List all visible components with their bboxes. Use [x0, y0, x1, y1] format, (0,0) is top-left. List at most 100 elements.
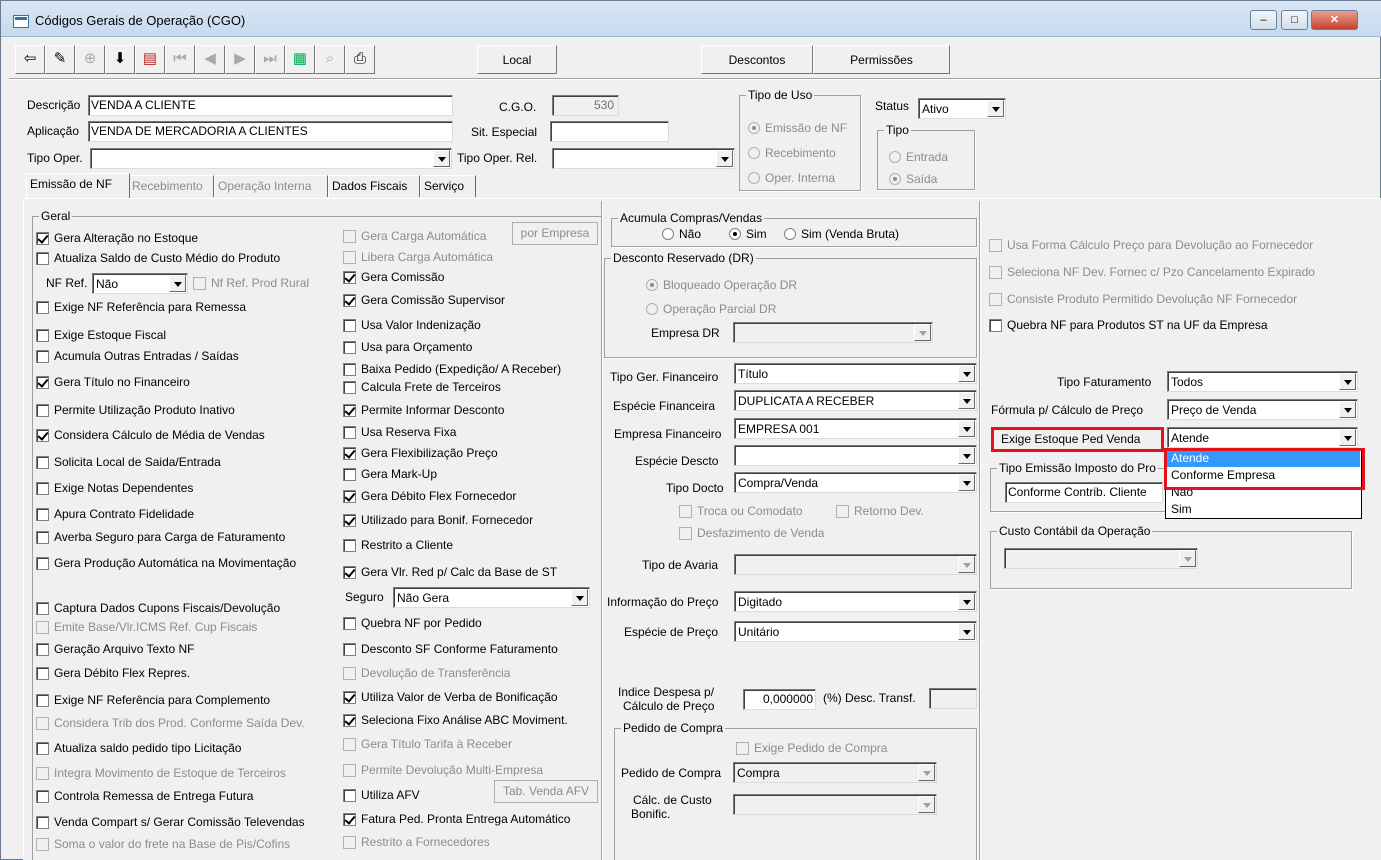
por-empresa-button[interactable]: por Empresa	[512, 222, 598, 245]
checkbox-box[interactable]	[36, 482, 49, 495]
geral-check-10[interactable]: Exige Notas Dependentes	[36, 481, 193, 497]
geral-check-col2-25[interactable]: Fatura Ped. Pronta Entrega Automático	[343, 812, 570, 828]
tipo-uso-recebimento-radio[interactable]: Recebimento	[748, 146, 836, 162]
custo-contabil-select[interactable]	[1004, 548, 1198, 569]
checkbox-box[interactable]	[343, 319, 356, 332]
geral-check-17[interactable]: Gera Débito Flex Repres.	[36, 666, 190, 682]
geral-check-14[interactable]: Captura Dados Cupons Fiscais/Devolução	[36, 601, 280, 617]
tipo-uso-oper-interna-radio[interactable]: Oper. Interna	[748, 171, 835, 187]
dr-parcial-radio[interactable]: Operação Parcial DR	[646, 302, 776, 318]
checkbox-box[interactable]	[343, 404, 356, 417]
tab-emissao-nf[interactable]: Emissão de NF	[26, 173, 130, 198]
right-check-2[interactable]: Seleciona NF Dev. Fornec c/ Pzo Cancelam…	[989, 265, 1315, 281]
chevron-down-icon[interactable]	[918, 764, 935, 781]
tipo-avaria-select[interactable]	[734, 554, 977, 575]
geral-check-20[interactable]: Atualiza saldo pedido tipo Licitação	[36, 741, 241, 757]
checkbox-box[interactable]	[989, 319, 1002, 332]
acumula-nao-radio[interactable]: Não	[662, 227, 701, 243]
prev-record-icon[interactable]: ◀	[195, 45, 225, 74]
geral-check-23[interactable]: Venda Compart s/ Gerar Comissão Televend…	[36, 815, 305, 831]
geral-check-col2-23[interactable]: Permite Devolução Multi-Empresa	[343, 763, 543, 779]
geral-check-col2-5[interactable]: Usa Valor Indenização	[343, 318, 481, 334]
maximize-button[interactable]: □	[1281, 10, 1308, 30]
last-record-icon[interactable]: ⏭	[255, 45, 285, 74]
grid-view-icon[interactable]: ▦	[285, 45, 315, 74]
tipo-oper-rel-select[interactable]	[552, 148, 735, 169]
exit-door-icon[interactable]: ⇦	[15, 45, 45, 74]
acumula-sim-venda-bruta-radio[interactable]: Sim (Venda Bruta)	[784, 227, 899, 243]
binoculars-search-icon[interactable]: ⌕	[315, 45, 345, 74]
checkbox-box[interactable]	[36, 301, 49, 314]
geral-check-col2-12[interactable]: Gera Mark-Up	[343, 467, 437, 483]
exige-pedido-compra-checkbox[interactable]: Exige Pedido de Compra	[736, 741, 887, 757]
tipo-ger-financeiro-select[interactable]: Título	[734, 363, 977, 384]
checkbox-box[interactable]	[36, 429, 49, 442]
save-record-icon[interactable]: ⬇	[105, 45, 135, 74]
chevron-down-icon[interactable]	[1339, 429, 1356, 446]
checkbox-box[interactable]	[343, 764, 356, 777]
especie-financeira-select[interactable]: DUPLICATA A RECEBER	[734, 390, 977, 411]
checkbox-box[interactable]	[36, 376, 49, 389]
next-record-icon[interactable]: ▶	[225, 45, 255, 74]
checkbox-box[interactable]	[343, 230, 356, 243]
exige-estoque-select[interactable]: Atende	[1167, 427, 1358, 448]
first-record-icon[interactable]: ⏮	[165, 45, 195, 74]
edit-pencil-icon[interactable]: ✎	[45, 45, 75, 74]
chevron-down-icon[interactable]	[433, 150, 450, 167]
checkbox-box[interactable]	[343, 714, 356, 727]
tipo-emissao-field[interactable]: Conforme Contrib. Cliente	[1005, 482, 1163, 503]
checkbox-box[interactable]	[343, 468, 356, 481]
geral-check-7[interactable]: Permite Utilização Produto Inativo	[36, 403, 235, 419]
chevron-down-icon[interactable]	[987, 100, 1004, 117]
checkbox-box[interactable]	[343, 789, 356, 802]
geral-check-19[interactable]: Considera Trib dos Prod. Conforme Saída …	[36, 716, 305, 732]
checkbox-box[interactable]	[343, 617, 356, 630]
chevron-down-icon[interactable]	[958, 392, 975, 409]
geral-check-18[interactable]: Exige NF Referência para Complemento	[36, 693, 270, 709]
chevron-down-icon[interactable]	[958, 447, 975, 464]
checkbox-box[interactable]	[343, 294, 356, 307]
checkbox-box[interactable]	[343, 566, 356, 579]
dropdown-option-sim[interactable]: Sim	[1167, 502, 1360, 518]
geral-check-24[interactable]: Soma o valor do frete na Base de Pis/Cof…	[36, 837, 290, 853]
descontos-button[interactable]: Descontos	[701, 45, 813, 74]
especie-preco-select[interactable]: Unitário	[734, 621, 977, 642]
checkbox-box[interactable]	[36, 717, 49, 730]
geral-check-13[interactable]: Gera Produção Automática na Movimentação	[36, 556, 296, 572]
tipo-faturamento-select[interactable]: Todos	[1167, 371, 1358, 392]
geral-check-6[interactable]: Gera Título no Financeiro	[36, 375, 190, 391]
nf-ref-select[interactable]: Não	[92, 273, 188, 294]
geral-check-col2-17[interactable]: Quebra NF por Pedido	[343, 616, 482, 632]
geral-check-4[interactable]: Exige Estoque Fiscal	[36, 328, 166, 344]
checkbox-box[interactable]	[36, 767, 49, 780]
checkbox-box[interactable]	[36, 838, 49, 851]
right-check-1[interactable]: Usa Forma Cálculo Preço para Devolução a…	[989, 238, 1313, 254]
geral-check-2[interactable]: Atualiza Saldo de Custo Médio do Produto	[36, 251, 280, 267]
checkbox-box[interactable]	[343, 271, 356, 284]
tipo-uso-emissao-radio[interactable]: Emissão de NF	[748, 121, 847, 137]
geral-check-9[interactable]: Solicita Local de Saida/Entrada	[36, 455, 221, 471]
right-check-4[interactable]: Quebra NF para Produtos ST na UF da Empr…	[989, 318, 1268, 334]
checkbox-box[interactable]	[36, 329, 49, 342]
geral-check-1[interactable]: Gera Alteração no Estoque	[36, 231, 198, 247]
right-check-3[interactable]: Consiste Produto Permitido Devolução NF …	[989, 292, 1297, 308]
geral-check-22[interactable]: Controla Remessa de Entrega Futura	[36, 789, 253, 805]
local-button[interactable]: Local	[477, 45, 557, 74]
especie-descto-select[interactable]	[734, 445, 977, 466]
checkbox-box[interactable]	[343, 447, 356, 460]
chevron-down-icon[interactable]	[914, 324, 931, 341]
desc-transf-field[interactable]	[929, 688, 977, 709]
sit-especial-field[interactable]	[550, 121, 669, 142]
geral-check-col2-21[interactable]: Seleciona Fixo Análise ABC Moviment.	[343, 713, 568, 729]
status-select[interactable]: Ativo	[918, 98, 1006, 119]
checkbox-box[interactable]	[343, 381, 356, 394]
geral-check-8[interactable]: Considera Cálculo de Média de Vendas	[36, 428, 265, 444]
checkbox-box[interactable]	[343, 691, 356, 704]
checkbox-box[interactable]	[989, 239, 1002, 252]
checkbox-box[interactable]	[36, 350, 49, 363]
chevron-down-icon[interactable]	[918, 796, 935, 813]
chevron-down-icon[interactable]	[1339, 401, 1356, 418]
chevron-down-icon[interactable]	[1179, 550, 1196, 567]
geral-check-5[interactable]: Acumula Outras Entradas / Saídas	[36, 349, 239, 365]
geral-check-col2-9[interactable]: Permite Informar Desconto	[343, 403, 504, 419]
